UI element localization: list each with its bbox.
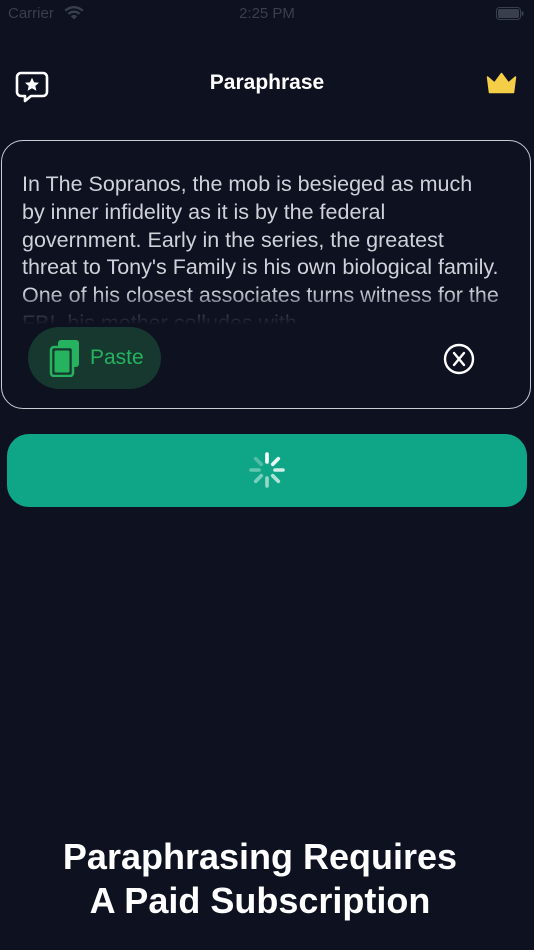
- input-text-card[interactable]: In The Sopranos, the mob is besieged as …: [1, 140, 531, 409]
- page-title: Paraphrase: [209, 71, 325, 94]
- close-circle-icon[interactable]: [443, 343, 475, 375]
- status-time: 2:25 PM: [239, 5, 295, 22]
- crown-icon[interactable]: [486, 72, 517, 94]
- subscription-required-message: Paraphrasing Requires A Paid Subscriptio…: [0, 835, 520, 923]
- message-line-1: Paraphrasing Requires: [62, 836, 458, 877]
- paraphrase-button[interactable]: [7, 434, 527, 507]
- paste-label: Paste: [90, 346, 144, 369]
- paraphrase-screen: Carrier 2:25 PM Paraphrase In The Sopran…: [0, 0, 534, 950]
- status-bar: Carrier 2:25 PM: [0, 0, 534, 28]
- spinner-icon: [249, 452, 285, 488]
- message-line-2: A Paid Subscription: [89, 880, 431, 921]
- battery-icon: [496, 7, 524, 20]
- paste-button[interactable]: Paste: [28, 327, 161, 389]
- clipboard-icon: [49, 340, 79, 377]
- input-text[interactable]: In The Sopranos, the mob is besieged as …: [22, 171, 500, 325]
